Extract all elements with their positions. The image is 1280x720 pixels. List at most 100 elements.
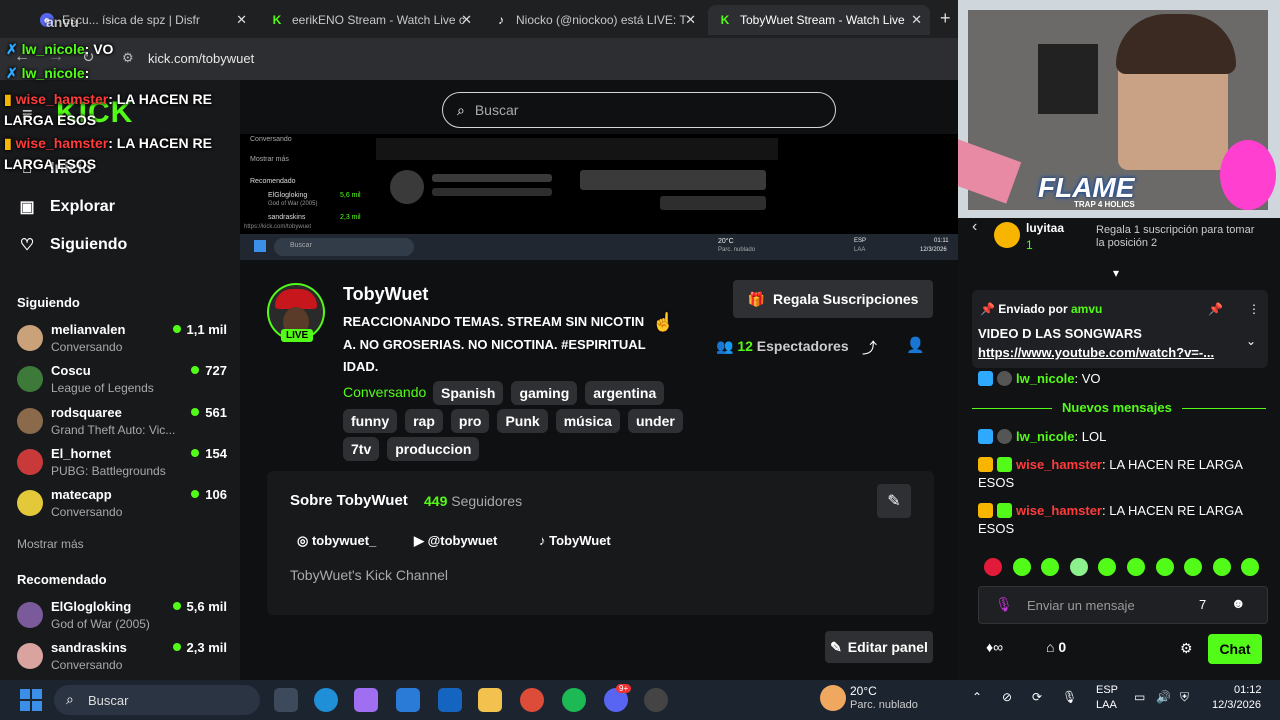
app-icon[interactable] (644, 688, 668, 712)
share-icon[interactable]: ⤴ (862, 337, 877, 358)
emote-icon[interactable] (1155, 558, 1174, 576)
gift-subscriptions-button[interactable]: 🎁 Regala Suscripciones (733, 280, 933, 318)
badge-icon (997, 457, 1012, 472)
settings-icon[interactable]: ⚙ (1180, 640, 1193, 657)
edit-panel-button[interactable]: ✎ Editar panel (825, 631, 933, 663)
weather-temp[interactable]: 20°C (850, 684, 877, 698)
tag-pro[interactable]: pro (450, 409, 490, 433)
7tv-icon[interactable]: 7 (1199, 597, 1206, 612)
channel-category: League of Legends (51, 381, 154, 396)
outlook-icon[interactable] (438, 688, 462, 712)
site-info-icon[interactable]: ⚙ (122, 50, 134, 66)
tag-punk[interactable]: Punk (497, 409, 548, 433)
pinned-link[interactable]: https://www.youtube.com/watch?v=-... (978, 345, 1214, 360)
sidebar-channel-melianvalen[interactable]: melianvalen Conversando 1,1 mil (17, 322, 227, 358)
show-more-link[interactable]: Mostrar más (17, 537, 84, 551)
emote-icon[interactable] (1098, 558, 1117, 576)
tag-rap[interactable]: rap (405, 409, 443, 433)
close-icon[interactable]: ✕ (911, 12, 922, 28)
youtube-link[interactable]: ▶ @tobywuet (414, 533, 497, 549)
close-icon[interactable]: ✕ (685, 12, 696, 28)
folder-icon[interactable] (478, 688, 502, 712)
taskbar-search[interactable]: ⌕ Buscar (54, 685, 260, 715)
emote-icon[interactable] (1012, 558, 1031, 576)
windows-icon (254, 240, 266, 252)
collapse-icon[interactable]: ▾ (1113, 266, 1119, 280)
url-text[interactable]: kick.com/tobywuet (148, 51, 254, 66)
emote-icon[interactable] (1127, 558, 1145, 576)
sidebar-channel-rodsquaree[interactable]: rodsquaree Grand Theft Auto: Vic... 561 (17, 405, 227, 441)
clock-time[interactable]: 01:12 (1234, 684, 1262, 696)
tab-tobywuet[interactable]: K TobyWuet Stream - Watch Live ✕ (708, 5, 930, 35)
emote-icon[interactable] (1212, 558, 1231, 576)
search-input[interactable]: ⌕ Buscar (442, 92, 836, 128)
shield-icon[interactable]: ⛨ (1180, 690, 1189, 705)
sync-icon[interactable]: ⟳ (1032, 690, 1042, 704)
tiktok-link[interactable]: ♪ TobyWuet (539, 533, 611, 548)
stream-video[interactable]: FLAME TRAP 4 HOLICS (958, 0, 1280, 218)
edge-icon[interactable] (314, 688, 338, 712)
tag-funny[interactable]: funny (343, 409, 398, 433)
new-tab-icon[interactable]: + (940, 8, 951, 29)
viewer-count: 1,1 mil (173, 322, 227, 337)
chevron-left-icon[interactable]: ‹ (972, 218, 977, 236)
mic-icon[interactable]: 🎙 (1062, 690, 1077, 704)
emote-icon[interactable] (1184, 558, 1203, 576)
avatar (17, 325, 43, 351)
search-icon: ⌕ (66, 691, 74, 707)
preview-text: 2,3 mil (340, 214, 361, 221)
clock-date[interactable]: 12/3/2026 (1212, 699, 1261, 711)
close-icon[interactable]: ✕ (236, 12, 247, 28)
tag-spanish[interactable]: Spanish (433, 381, 504, 405)
tag-produccion[interactable]: produccion (387, 437, 480, 461)
sidebar-channel-elglogloking[interactable]: ElGlogloking God of War (2005) 5,6 mil (17, 599, 227, 635)
spotify-icon[interactable] (562, 688, 586, 712)
emote-icon[interactable] (1041, 558, 1060, 576)
chevron-up-icon[interactable]: ⌃ (972, 690, 982, 704)
sidebar-channel-el_hornet[interactable]: El_hornet PUBG: Battlegrounds 154 (17, 446, 227, 482)
microphone-icon[interactable]: 🎙 (995, 596, 1013, 613)
network-icon[interactable]: ⊘ (1002, 690, 1012, 704)
tag-gaming[interactable]: gaming (511, 381, 578, 405)
volume-icon[interactable]: 🔊 (1156, 690, 1171, 704)
chevron-down-icon[interactable]: ⌄ (1246, 334, 1256, 348)
tag-argentina[interactable]: argentina (585, 381, 665, 405)
emote-icon[interactable] (1069, 558, 1088, 576)
sidebar-channel-matecapp[interactable]: matecapp Conversando 106 (17, 487, 227, 523)
emoji-icon[interactable]: ☻ (1231, 595, 1246, 611)
task-view-icon[interactable] (274, 688, 298, 712)
unpin-icon[interactable]: 📌 (1208, 302, 1223, 316)
infinity-icon[interactable]: ♦∞ (986, 639, 1003, 655)
follow-user-icon[interactable]: 👤 (906, 336, 925, 354)
chat-input[interactable]: 🎙 Enviar un mensaje 7 ☻ (978, 586, 1268, 624)
display-icon[interactable]: ▭ (1134, 690, 1145, 704)
close-icon[interactable]: ✕ (461, 12, 472, 28)
category-link[interactable]: Conversando (343, 384, 426, 400)
copilot-icon[interactable] (354, 688, 378, 712)
emote-icon[interactable] (984, 558, 1002, 576)
channel-name[interactable]: TobyWuet (343, 284, 428, 305)
sidebar-channel-coscu[interactable]: Coscu League of Legends 727 (17, 363, 227, 399)
badge-icon (997, 371, 1012, 386)
preview-text: Conversando (250, 136, 292, 143)
points-display[interactable]: ⌂ 0 (1046, 639, 1066, 655)
tag-7tv[interactable]: 7tv (343, 437, 380, 461)
tag-under[interactable]: under (627, 409, 683, 433)
tag-música[interactable]: música (555, 409, 620, 433)
viewer-count: 2,3 mil (173, 640, 227, 655)
chat-send-button[interactable]: Chat (1208, 634, 1262, 664)
emote-icon[interactable] (1241, 558, 1260, 576)
gifter-name[interactable]: luyitaa (1026, 221, 1064, 235)
sidebar-channel-sandraskins[interactable]: sandraskins Conversando 2,3 mil (17, 640, 227, 676)
instagram-link[interactable]: ◎ tobywuet_ (297, 533, 376, 549)
tab-eerikeno[interactable]: K eerikENO Stream - Watch Live c ✕ (260, 5, 480, 35)
nav-explore[interactable]: ▣ Explorar (18, 197, 114, 217)
more-options-icon[interactable]: ⋮ (1248, 302, 1260, 316)
nav-following[interactable]: ♡ Siguiendo (18, 235, 128, 255)
windows-start-icon[interactable] (20, 689, 42, 711)
edit-about-button[interactable]: ✎ (877, 484, 911, 518)
language-indicator[interactable]: ESP (1096, 684, 1118, 696)
chrome-icon[interactable] (520, 688, 544, 712)
store-icon[interactable] (396, 688, 420, 712)
tab-niocko[interactable]: ♪ Niocko (@niockoo) está LIVE: T ✕ (484, 5, 704, 35)
